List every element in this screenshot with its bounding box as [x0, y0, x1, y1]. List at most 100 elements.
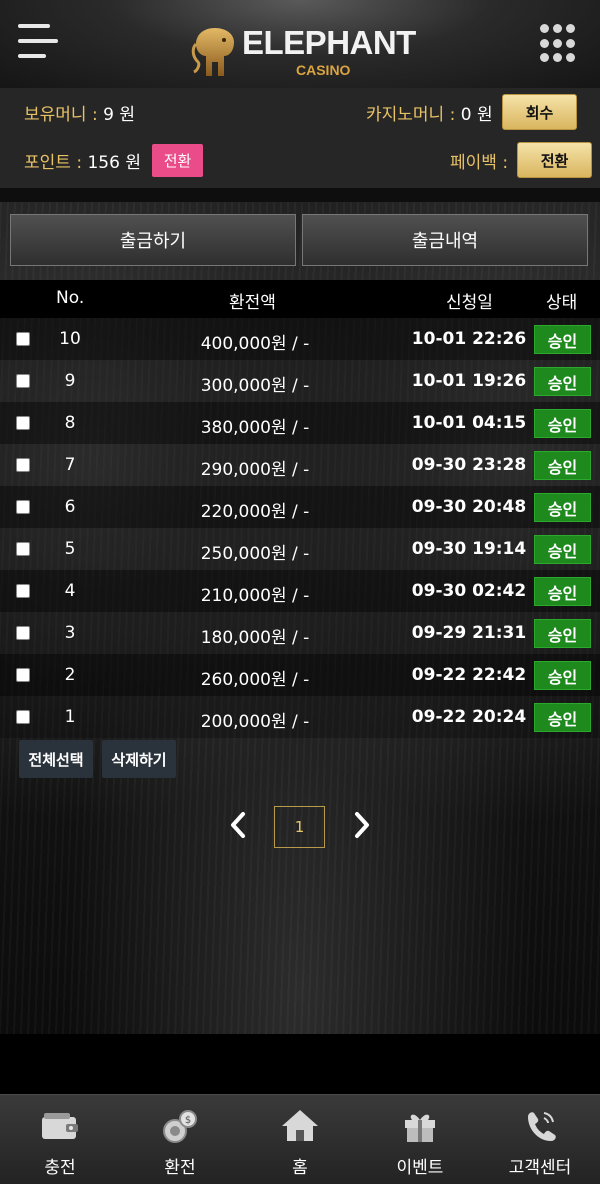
row-amount: 210,000원 / -: [200, 586, 310, 606]
nav-label: 충전: [44, 1158, 76, 1178]
row-checkbox[interactable]: [16, 542, 30, 556]
row-no: 9: [64, 371, 76, 391]
holding-money-label: 보유머니 :: [24, 105, 104, 125]
table-row: 10 400,000원 / - 10-01 22:26 승인: [0, 318, 600, 360]
status-badge: 승인: [534, 535, 591, 564]
header: ELEPHANT CASINO: [0, 0, 600, 88]
row-checkbox[interactable]: [16, 710, 30, 724]
table-row: 3 180,000원 / - 09-29 21:31 승인: [0, 612, 600, 654]
row-no: 10: [59, 329, 81, 349]
row-amount: 260,000원 / -: [200, 670, 310, 690]
row-date: 10-01 19:26: [411, 371, 527, 391]
table-row: 9 300,000원 / - 10-01 19:26 승인: [0, 360, 600, 402]
holding-money-value: 9 원: [103, 105, 135, 125]
page-number[interactable]: 1: [274, 806, 325, 848]
nav-item-customer-center[interactable]: 고객센터: [480, 1095, 600, 1184]
row-date: 09-22 22:42: [411, 665, 527, 685]
status-badge: 승인: [534, 619, 591, 648]
casino-money: 카지노머니 : 0 원: [366, 100, 493, 125]
row-checkbox[interactable]: [16, 458, 30, 472]
row-date: 09-29 21:31: [411, 623, 527, 643]
row-date: 10-01 22:26: [411, 329, 527, 349]
grid-menu-icon[interactable]: [540, 24, 580, 64]
row-checkbox[interactable]: [16, 626, 30, 640]
row-no: 7: [64, 455, 76, 475]
table-row: 2 260,000원 / - 09-22 22:42 승인: [0, 654, 600, 696]
select-all-button[interactable]: 전체선택: [19, 740, 93, 778]
point-balance: 포인트 : 156 원: [24, 148, 141, 173]
point-label: 포인트 :: [24, 153, 88, 173]
nav-item-charge[interactable]: 충전: [0, 1095, 120, 1184]
table-row: 6 220,000원 / - 09-30 20:48 승인: [0, 486, 600, 528]
status-badge: 승인: [534, 409, 591, 438]
header-amount: 환전액: [229, 293, 276, 313]
row-amount: 250,000원 / -: [200, 544, 310, 564]
row-checkbox[interactable]: [16, 416, 30, 430]
row-date: 09-30 19:14: [411, 539, 527, 559]
nav-label: 이벤트: [396, 1158, 444, 1178]
logo-title: ELEPHANT: [242, 24, 416, 61]
row-amount: 180,000원 / -: [200, 628, 310, 648]
logo[interactable]: ELEPHANT CASINO: [190, 22, 420, 82]
home-icon: [282, 1110, 318, 1141]
casino-money-label: 카지노머니 :: [366, 105, 461, 125]
row-date: 09-30 02:42: [411, 581, 527, 601]
logo-subtitle: CASINO: [296, 62, 351, 78]
svg-text:$: $: [185, 1115, 191, 1126]
row-no: 1: [64, 707, 76, 727]
tab-withdraw-history[interactable]: 출금내역: [302, 214, 588, 266]
table-row: 8 380,000원 / - 10-01 04:15 승인: [0, 402, 600, 444]
point-convert-button[interactable]: 전환: [152, 144, 203, 177]
header-no: No.: [56, 288, 85, 308]
row-checkbox[interactable]: [16, 668, 30, 682]
chevron-left-icon[interactable]: [226, 810, 250, 840]
row-date: 09-30 20:48: [411, 497, 527, 517]
table-row: 5 250,000원 / - 09-30 19:14 승인: [0, 528, 600, 570]
nav-label: 홈: [292, 1158, 308, 1178]
row-amount: 300,000원 / -: [200, 376, 310, 396]
row-checkbox[interactable]: [16, 332, 30, 346]
exchange-coins-icon: $: [163, 1110, 197, 1143]
retrieve-button[interactable]: 회수: [502, 94, 577, 130]
table-row: 1 200,000원 / - 09-22 20:24 승인: [0, 696, 600, 738]
row-no: 6: [64, 497, 76, 517]
table-header: No. 환전액 신청일 상태: [0, 280, 600, 318]
menu-icon[interactable]: [18, 24, 60, 62]
row-amount: 400,000원 / -: [200, 334, 310, 354]
nav-item-home[interactable]: 홈: [240, 1095, 360, 1184]
status-badge: 승인: [534, 367, 591, 396]
phone-icon: [528, 1112, 556, 1141]
row-no: 2: [64, 665, 76, 685]
nav-item-event[interactable]: 이벤트: [360, 1095, 480, 1184]
row-amount: 200,000원 / -: [200, 712, 310, 732]
row-checkbox[interactable]: [16, 500, 30, 514]
point-value: 156 원: [87, 153, 141, 173]
status-badge: 승인: [534, 661, 591, 690]
tab-withdraw[interactable]: 출금하기: [10, 214, 296, 266]
header-status: 상태: [546, 293, 578, 313]
gift-icon: [405, 1114, 435, 1142]
status-badge: 승인: [534, 325, 591, 354]
payback: 페이백 :: [450, 148, 508, 173]
nav-item-exchange[interactable]: $ 환전: [120, 1095, 240, 1184]
row-checkbox[interactable]: [16, 584, 30, 598]
header-date: 신청일: [446, 293, 493, 313]
elephant-logo-icon: [191, 28, 234, 76]
row-no: 3: [64, 623, 76, 643]
nav-label: 환전: [164, 1158, 196, 1178]
balance-panel: 보유머니 : 9 원 카지노머니 : 0 원 회수 포인트 : 156 원 전환…: [0, 88, 600, 188]
payback-label: 페이백 :: [450, 153, 509, 173]
row-no: 8: [64, 413, 76, 433]
row-date: 10-01 04:15: [411, 413, 527, 433]
payback-convert-button[interactable]: 전환: [517, 142, 592, 178]
table-row: 4 210,000원 / - 09-30 02:42 승인: [0, 570, 600, 612]
status-badge: 승인: [534, 451, 591, 480]
delete-button[interactable]: 삭제하기: [102, 740, 176, 778]
status-badge: 승인: [534, 577, 591, 606]
row-date: 09-22 20:24: [411, 707, 527, 727]
row-amount: 290,000원 / -: [200, 460, 310, 480]
row-no: 4: [64, 581, 76, 601]
row-checkbox[interactable]: [16, 374, 30, 388]
table-row: 7 290,000원 / - 09-30 23:28 승인: [0, 444, 600, 486]
chevron-right-icon[interactable]: [350, 810, 374, 840]
